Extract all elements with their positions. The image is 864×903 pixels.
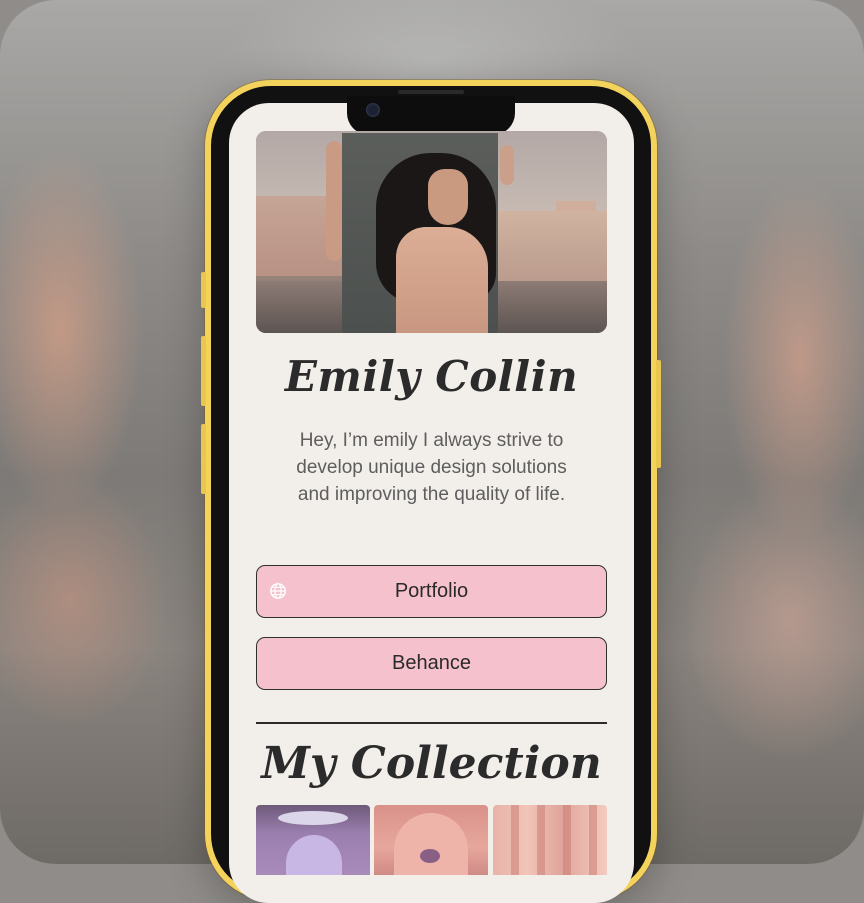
portfolio-button[interactable]: Portfolio	[256, 565, 607, 618]
globe-icon	[270, 583, 286, 599]
collection-item-1[interactable]	[256, 805, 370, 875]
speaker-grille	[398, 90, 464, 94]
collection-item-2[interactable]	[374, 805, 488, 875]
volume-up-button	[201, 272, 206, 308]
profile-bio: Hey, I’m emily I always strive to develo…	[296, 430, 567, 505]
behance-button[interactable]: Behance	[256, 637, 607, 690]
collection-title: My Collection	[261, 738, 602, 789]
volume-up-button-2	[201, 336, 206, 406]
profile-photo	[256, 131, 607, 333]
divider	[256, 722, 607, 724]
profile-name: Emily Collin	[284, 352, 579, 401]
collection-item-3[interactable]	[493, 805, 607, 875]
behance-button-label: Behance	[392, 652, 471, 674]
power-button	[656, 360, 661, 468]
front-camera	[366, 103, 380, 117]
portfolio-button-label: Portfolio	[394, 580, 469, 602]
volume-down-button	[201, 424, 206, 494]
